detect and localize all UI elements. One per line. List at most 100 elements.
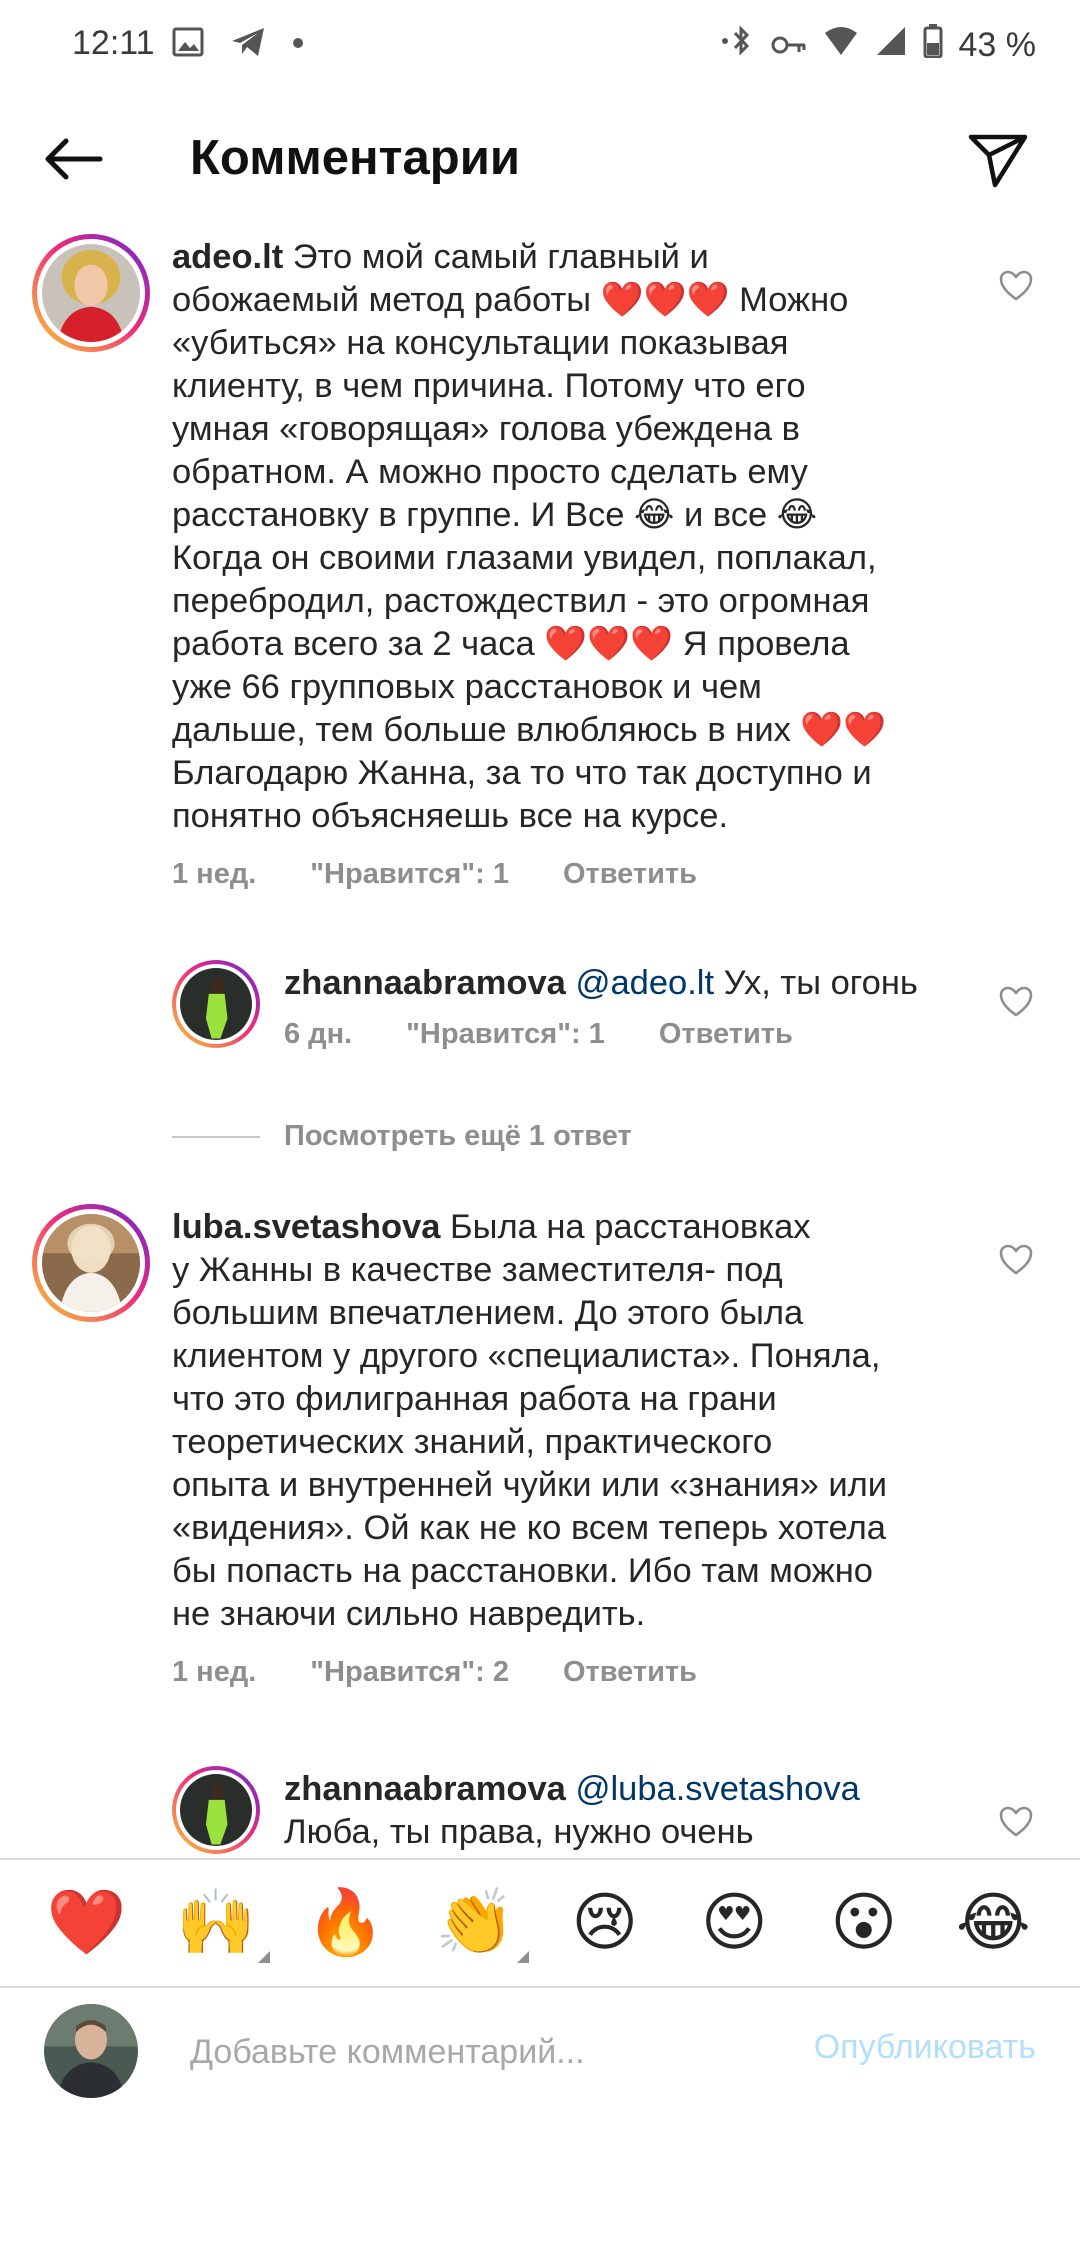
comments-list[interactable]: adeo.lt Это мой самый главный и обожаемы… [0,230,1080,1858]
comment-line: Люба, ты права, нужно очень [284,1813,754,1851]
share-button[interactable] [960,122,1036,198]
signal-icon [875,25,907,66]
view-more-replies[interactable]: Посмотреть ещё 1 ответ [172,1120,632,1153]
heart-outline-icon [999,270,1033,301]
comment-text: zhannaabramova @adeo.lt Ух, ты огонь [284,962,984,1005]
comment-time: 6 дн. [284,1018,353,1050]
comment-line: клиенту, в чем причина. Потому что его [172,367,806,405]
comment-username[interactable]: adeo.lt [172,238,283,276]
emoji-laugh-button[interactable]: 😂 [953,1891,1033,1955]
comment-line: клиентом у другого «специалиста». Поняла… [172,1337,881,1375]
comment-line: Была на расстановках [440,1208,811,1246]
avatar-photo [44,2004,138,2098]
page-title: Комментарии [190,131,520,185]
avatar[interactable] [172,1766,260,1854]
comment-text: luba.svetashova Была на расстановках у Ж… [172,1206,962,1636]
avatar[interactable] [32,1204,150,1322]
emoji-raised-hands-button[interactable]: 🙌 [176,1891,271,1963]
battery-icon [923,24,943,67]
comment-line: перебродил, растождествил - это огромная [172,582,870,620]
comment-line: Это мой самый главный и [283,238,709,276]
comment-likes[interactable]: "Нравится": 1 [310,858,509,891]
comment-line: не знаючи сильно навредить. [172,1595,646,1633]
comment-composer: Опубликовать [0,1990,1080,2120]
comment-meta: 1 нед. "Нравится": 1 Ответить [172,858,751,891]
comment-line: у Жанны в качестве заместителя- под [172,1251,783,1289]
arrow-left-icon [45,138,103,180]
comment-line: уже 66 групповых расстановок и чем [172,668,762,706]
comment-username[interactable]: zhannaabramova [284,964,566,1002]
status-left-icons [172,26,304,63]
emoji-heart-eyes-button[interactable]: 😍 [694,1891,774,1955]
heart-outline-icon [999,1806,1033,1837]
skin-tone-indicator [517,1951,530,1963]
comment-line: Ух, ты огонь [714,964,918,1002]
top-bar: Комментарии [0,118,1080,202]
comment-line: обожаемый метод работы ❤️❤️❤️ Можно [172,281,849,319]
comment-line: Благодарю Жанна, за то что так доступно … [172,754,872,792]
comment-line: дальше, тем больше влюбляюсь в них ❤️❤️ [172,711,887,749]
emoji-heart-button[interactable]: ❤️ [47,1891,127,1955]
comment-line: работа всего за 2 часа ❤️❤️❤️ Я провела [172,625,850,663]
back-button[interactable] [36,122,110,196]
reply-button[interactable]: Ответить [563,858,697,891]
like-button[interactable] [988,974,1044,1030]
comment-line: теоретических знаний, практического [172,1423,773,1461]
comment-meta: 6 дн. "Нравится": 1 Ответить [284,1018,847,1051]
comment-likes[interactable]: "Нравится": 1 [406,1018,605,1051]
avatar-photo [180,1774,252,1846]
image-icon [172,27,204,62]
heart-outline-icon [999,1244,1033,1275]
comment-username[interactable]: zhannaabramova [284,1770,566,1808]
comment-line: «видения». Ой как не ко всем теперь хоте… [172,1509,886,1547]
comment-line: бы попасть на расстановки. Ибо там можно [172,1552,873,1590]
quick-emoji-bar: ❤️ 🙌 🔥 👏 😢 😍 😮 😂 [0,1858,1080,1988]
emoji-cry-button[interactable]: 😢 [565,1891,645,1955]
battery-percent: 43 % [958,26,1037,64]
emoji-glyph: 👏 [435,1886,516,1960]
avatar[interactable] [172,960,260,1048]
emoji-glyph: 🙌 [176,1886,257,1960]
comment-time: 1 нед. [172,1656,257,1688]
avatar[interactable] [32,234,150,352]
like-button[interactable] [988,258,1044,314]
reply-button[interactable]: Ответить [659,1018,793,1051]
comment-line: обратном. А можно просто сделать ему [172,453,808,491]
comment-line: расстановку в группе. И Все 😂 и все 😂 [172,496,818,534]
mention-link[interactable]: @adeo.lt [575,964,714,1002]
reply-button[interactable]: Ответить [563,1656,697,1689]
comment-line: большим впечатлением. До этого была [172,1294,804,1332]
comment-meta: 1 нед. "Нравится": 2 Ответить [172,1656,751,1689]
system-nav-area [0,2140,1080,2246]
my-avatar [44,2004,138,2098]
comment-text: adeo.lt Это мой самый главный и обожаемы… [172,236,962,838]
comment-input[interactable] [190,2024,750,2080]
comment-line: «убиться» на консультации показывая [172,324,789,362]
emoji-fire-button[interactable]: 🔥 [306,1891,386,1955]
comment-username[interactable]: luba.svetashova [172,1208,440,1246]
status-right: 43 % [721,24,1037,67]
comment-line: Когда он своими глазами увидел, поплакал… [172,539,877,577]
bluetooth-icon [721,24,755,67]
dot-icon [292,36,304,54]
status-bar: 12:11 43 % [0,0,1080,92]
emoji-surprised-button[interactable]: 😮 [824,1891,904,1955]
direct-send-icon [968,134,1028,188]
like-button[interactable] [988,1794,1044,1850]
comment-time: 1 нед. [172,858,257,890]
like-button[interactable] [988,1232,1044,1288]
view-more-replies-label: Посмотреть ещё 1 ответ [284,1120,632,1152]
emoji-clap-button[interactable]: 👏 [435,1891,530,1963]
avatar-photo [42,244,140,342]
wifi-icon [823,25,859,66]
skin-tone-indicator [258,1951,271,1963]
avatar-photo [180,968,252,1040]
comment-line: умная «говорящая» голова убеждена в [172,410,800,448]
post-button[interactable]: Опубликовать [814,2028,1036,2067]
mention-link[interactable]: @luba.svetashova [575,1770,859,1808]
key-icon [771,26,807,65]
telegram-icon [230,26,266,63]
status-time: 12:11 [72,24,155,62]
comment-likes[interactable]: "Нравится": 2 [310,1656,509,1689]
comment-text: zhannaabramova @luba.svetashova Люба, ты… [284,1768,984,1854]
